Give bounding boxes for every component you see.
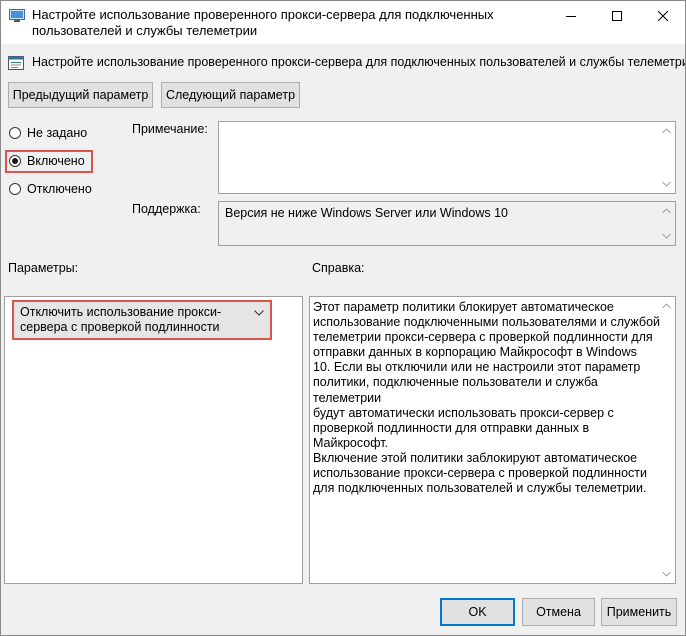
scroll-up-icon [662,128,671,134]
scroll-up-icon [662,208,671,214]
help-label: Справка: [312,261,365,275]
previous-setting-button[interactable]: Предыдущий параметр [8,82,153,108]
chevron-down-icon [254,310,264,316]
options-dropdown[interactable]: Отключить использование прокси-сервера с… [12,300,272,340]
radio-label: Включено [27,154,85,168]
radio-circle [9,183,21,195]
minimize-icon [566,16,576,17]
ok-button[interactable]: OK [440,598,515,626]
support-scrollbar[interactable] [658,202,675,245]
next-setting-button[interactable]: Следующий параметр [161,82,300,108]
help-text: Этот параметр политики блокирует автомат… [313,300,661,496]
radio-label: Отключено [27,182,92,196]
support-value: Версия не ниже Windows Server или Window… [225,206,509,220]
comment-label: Примечание: [132,122,208,136]
scroll-down-icon [662,181,671,187]
radio-circle-checked [9,155,21,167]
support-label: Поддержка: [132,202,201,216]
comment-scrollbar[interactable] [658,122,675,193]
radio-enabled[interactable]: Включено [9,152,119,170]
options-label: Параметры: [8,261,79,275]
maximize-button[interactable] [594,0,640,32]
comment-textarea[interactable] [218,121,676,194]
radio-disabled[interactable]: Отключено [9,180,119,198]
scroll-up-icon [662,303,671,309]
app-icon [9,9,25,23]
dropdown-value: Отключить использование прокси-сервера с… [20,305,222,334]
policy-setting-icon [8,56,24,70]
policy-title: Настройте использование проверенного про… [32,55,686,69]
support-field: Версия не ниже Windows Server или Window… [218,201,676,246]
apply-button[interactable]: Применить [601,598,677,626]
scroll-down-icon [662,571,671,577]
radio-label: Не задано [27,126,88,140]
maximize-icon [612,11,622,21]
cancel-button[interactable]: Отмена [522,598,595,626]
close-button[interactable] [640,0,686,32]
window-title: Настройте использование проверенного про… [32,7,494,38]
radio-circle [9,127,21,139]
minimize-button[interactable] [548,0,594,32]
scroll-down-icon [662,233,671,239]
radio-not-configured[interactable]: Не задано [9,124,119,142]
close-icon [658,11,668,21]
